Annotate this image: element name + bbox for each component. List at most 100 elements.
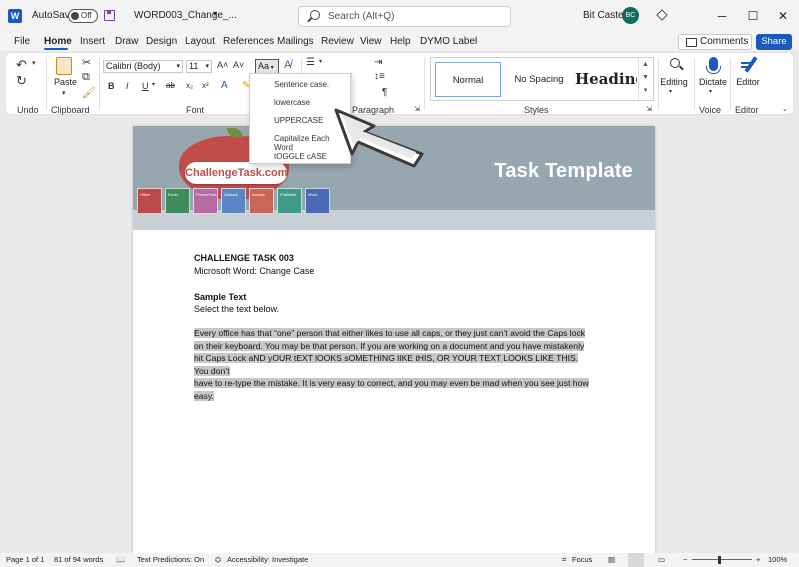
tab-review[interactable]: Review [321, 36, 354, 47]
minimize-icon[interactable]: ─ [714, 8, 730, 24]
tab-dymo-label[interactable]: DYMO Label [420, 36, 477, 47]
chevron-down-icon[interactable]: ▼ [639, 71, 652, 84]
undo-icon[interactable]: ↶ [16, 57, 27, 73]
editing-button[interactable]: Editing [658, 77, 690, 87]
close-icon[interactable]: ✕ [775, 8, 791, 24]
line-spacing-icon[interactable]: ↕≡ [374, 71, 385, 82]
strikethrough-icon[interactable]: ab [166, 81, 175, 90]
autosave-toggle[interactable]: Off [68, 9, 98, 23]
paragraph-line: on their keyboard. You may be that perso… [194, 340, 585, 351]
document-page[interactable]: ChallengeTask.com Office Excel PowerPoin… [133, 126, 655, 556]
menu-item-toggle-case[interactable]: tOGGLE cASE [274, 152, 327, 161]
search-icon[interactable] [670, 58, 680, 68]
underline-icon[interactable]: U [142, 81, 149, 91]
accessibility-status[interactable]: Accessibility: Investigate [227, 555, 308, 564]
chevron-down-icon[interactable]: ▾ [319, 58, 322, 65]
tab-references[interactable]: References [223, 36, 274, 47]
read-mode-icon[interactable]: ▤ [608, 555, 615, 564]
word-count[interactable]: 81 of 94 words [54, 555, 103, 564]
redo-icon[interactable]: ↻ [16, 73, 27, 89]
chevron-down-icon: ▾ [205, 63, 209, 70]
share-button[interactable]: Share [756, 34, 792, 50]
clear-formatting-icon[interactable]: A̸ [284, 59, 291, 71]
menu-item-lowercase[interactable]: lowercase [274, 98, 310, 107]
document-title[interactable]: WORD003_Change_... [134, 10, 237, 21]
zoom-in-icon[interactable]: + [756, 555, 760, 564]
paste-label[interactable]: Paste [54, 77, 77, 87]
print-layout-icon[interactable] [628, 553, 644, 567]
tab-insert[interactable]: Insert [80, 36, 105, 47]
tab-view[interactable]: View [360, 36, 382, 47]
chevron-down-icon[interactable]: ▾ [62, 89, 66, 97]
tab-mailings[interactable]: Mailings [277, 36, 314, 47]
menu-item-sentence-case[interactable]: Sentence case. [274, 80, 329, 89]
instruction-text: Select the text below. [194, 304, 280, 314]
superscript-icon[interactable]: x² [202, 81, 209, 90]
proofing-icon[interactable]: 📖 [116, 555, 125, 564]
paragraph-line: Every office has that “one” person that … [194, 328, 586, 338]
tab-file[interactable]: File [14, 36, 30, 47]
chevron-down-icon[interactable]: ▾ [32, 59, 36, 67]
tab-draw[interactable]: Draw [115, 36, 138, 47]
selected-paragraph[interactable]: Every office has that “one” person that … [194, 327, 592, 402]
text-effects-icon[interactable]: A [221, 80, 228, 91]
tab-help[interactable]: Help [390, 36, 411, 47]
menu-item-uppercase[interactable]: UPPERCASE [274, 116, 323, 125]
editor-button[interactable]: Editor [732, 77, 764, 87]
cut-icon[interactable]: ✂ [82, 56, 91, 69]
chevron-down-icon: ▾ [269, 65, 274, 71]
tab-layout[interactable]: Layout [185, 36, 215, 47]
diamond-icon[interactable] [656, 9, 668, 21]
copy-icon[interactable]: ⧉ [82, 71, 90, 84]
style-normal[interactable]: Normal [435, 62, 501, 97]
chevron-down-icon[interactable]: ▾ [709, 88, 712, 95]
user-name[interactable]: Bit Caster [583, 10, 627, 21]
page-count[interactable]: Page 1 of 1 [6, 555, 44, 564]
maximize-icon[interactable]: ☐ [745, 8, 761, 24]
tab-home[interactable]: Home [44, 36, 72, 47]
focus-button[interactable]: Focus [572, 555, 592, 564]
outlook-tile: Outlook [221, 188, 246, 214]
focus-icon[interactable]: ⌗ [562, 555, 566, 565]
avatar[interactable]: BC [622, 7, 639, 24]
microphone-icon[interactable] [706, 57, 721, 74]
grow-font-icon[interactable]: A˄ [217, 60, 228, 70]
dialog-launcher-icon[interactable]: ⇲ [646, 105, 652, 113]
chevron-down-icon[interactable]: ▾ [213, 9, 217, 18]
zoom-slider-thumb[interactable] [718, 556, 721, 564]
font-name-value: Calibri (Body) [106, 61, 161, 71]
editor-icon[interactable] [741, 57, 759, 73]
styles-scroll[interactable]: ▲ ▼ ▾ [638, 58, 652, 100]
bullets-icon[interactable]: ☰ [306, 57, 315, 68]
accessibility-icon[interactable]: ⛭ [215, 555, 221, 565]
chevron-up-icon[interactable]: ▲ [639, 58, 652, 71]
paste-icon[interactable] [56, 57, 72, 75]
style-heading-1[interactable]: Heading 1 [575, 62, 637, 97]
subscript-icon[interactable]: x₂ [186, 81, 193, 90]
chevron-down-icon[interactable]: ▾ [669, 88, 672, 95]
italic-icon[interactable]: I [126, 81, 129, 91]
zoom-level[interactable]: 100% [768, 555, 787, 564]
search-input[interactable]: Search (Alt+Q) [298, 6, 511, 27]
text-predictions[interactable]: Text Predictions: On [137, 555, 204, 564]
indent-icon[interactable]: ⇥ [374, 57, 382, 68]
save-icon[interactable] [104, 10, 115, 21]
more-styles-icon[interactable]: ▾ [639, 84, 652, 97]
dictate-button[interactable]: Dictate [696, 77, 730, 87]
font-name-select[interactable]: Calibri (Body) ▾ [103, 60, 183, 73]
format-painter-icon[interactable]: 🖌 [82, 86, 96, 99]
tab-design[interactable]: Design [146, 36, 177, 47]
chevron-down-icon[interactable]: ▾ [152, 81, 155, 88]
pilcrow-icon[interactable]: ¶ [382, 87, 387, 98]
comments-button[interactable]: Comments [678, 34, 752, 50]
shrink-font-icon[interactable]: A˅ [233, 60, 244, 70]
zoom-slider[interactable] [692, 559, 752, 560]
zoom-out-icon[interactable]: − [683, 555, 687, 564]
font-size-select[interactable]: 11 ▾ [186, 60, 212, 73]
bold-icon[interactable]: B [108, 81, 115, 91]
chevron-down-icon[interactable]: ⌄ [782, 105, 788, 113]
change-case-label: Aa [258, 61, 270, 71]
change-case-button[interactable]: Aa ▾ [255, 59, 279, 74]
web-layout-icon[interactable]: ▭ [658, 555, 665, 564]
style-no-spacing[interactable]: No Spacing [505, 62, 573, 97]
